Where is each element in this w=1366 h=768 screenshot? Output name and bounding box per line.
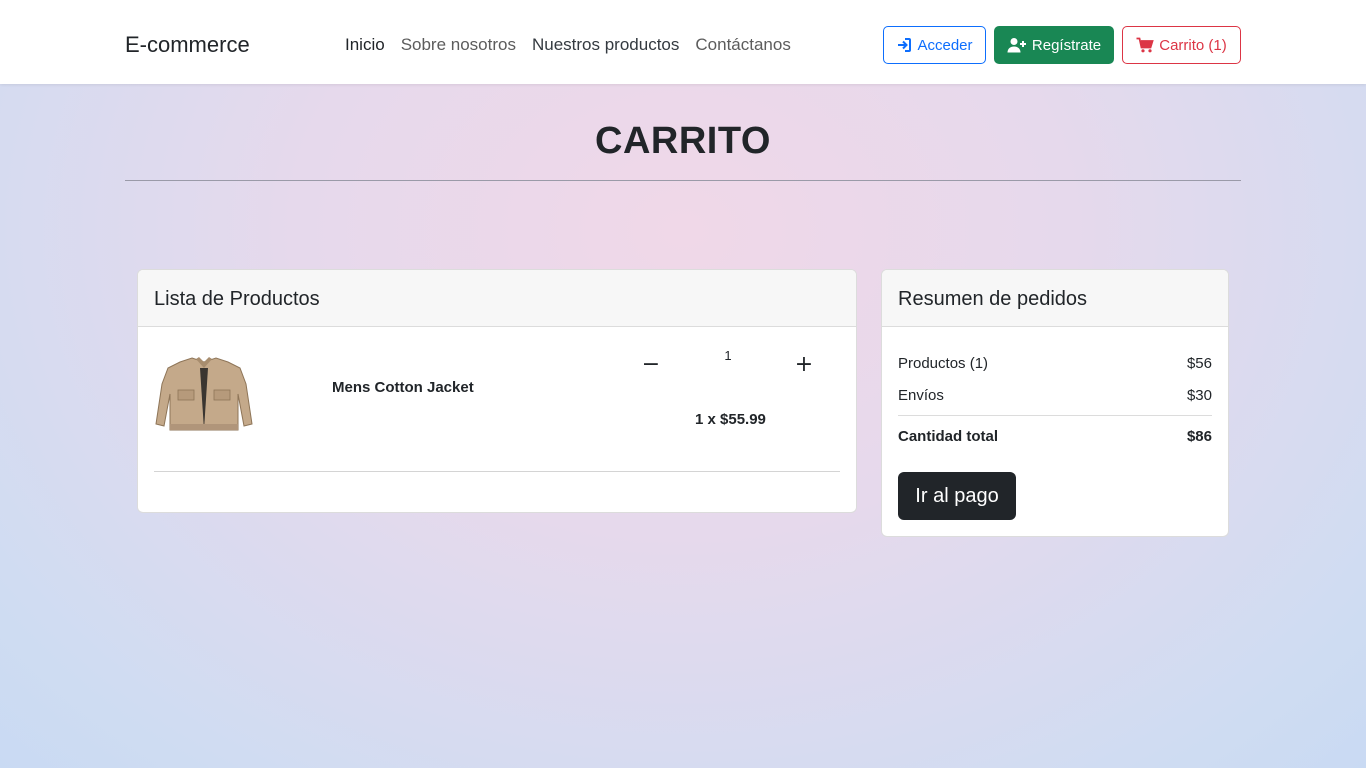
cart-icon [1136, 37, 1154, 53]
nav-link-sobre-nosotros[interactable]: Sobre nosotros [401, 35, 516, 55]
summary-total-label: Cantidad total [898, 428, 998, 445]
login-label: Acceder [917, 36, 973, 54]
page-title: CARRITO [595, 120, 771, 162]
navbar: E-commerce Inicio Sobre nosotros Nuestro… [0, 0, 1366, 84]
summary-shipping-label: Envíos [898, 387, 944, 404]
nav-links: Inicio Sobre nosotros Nuestros productos… [345, 35, 807, 55]
increase-quantity-button[interactable]: + [794, 352, 814, 377]
order-summary-card: Resumen de pedidos Productos (1) $56 Env… [881, 269, 1229, 537]
cart-button[interactable]: Carrito (1) [1122, 26, 1241, 64]
jacket-image [155, 357, 253, 431]
user-plus-icon [1007, 38, 1026, 53]
summary-products-label: Productos (1) [898, 355, 989, 372]
summary-shipping-row: Envíos $30 [898, 387, 1212, 404]
line-total: 1 x $55.99 [695, 411, 766, 428]
cart-label: Carrito (1) [1159, 36, 1227, 54]
products-card-header: Lista de Productos [138, 270, 856, 327]
product-name: Mens Cotton Jacket [332, 379, 474, 396]
products-card: Lista de Productos Mens Cotton Jacket − … [137, 269, 857, 513]
summary-card-header: Resumen de pedidos [882, 270, 1228, 327]
summary-products-value: $56 [1186, 355, 1212, 372]
checkout-button[interactable]: Ir al pago [898, 472, 1016, 520]
summary-total-row: Cantidad total $86 [898, 428, 1212, 445]
product-divider [154, 471, 840, 472]
summary-total-value: $86 [1186, 428, 1212, 445]
register-label: Regístrate [1031, 36, 1102, 54]
nav-link-contactanos[interactable]: Contáctanos [695, 35, 790, 55]
summary-shipping-value: $30 [1186, 387, 1212, 404]
sign-in-icon [898, 38, 912, 52]
brand-logo[interactable]: E-commerce [125, 32, 250, 58]
summary-divider [898, 415, 1212, 416]
decrease-quantity-button[interactable]: − [641, 352, 661, 377]
title-divider [125, 180, 1241, 181]
summary-products-row: Productos (1) $56 [898, 355, 1212, 372]
nav-link-nuestros-productos[interactable]: Nuestros productos [532, 35, 679, 55]
login-button[interactable]: Acceder [883, 26, 986, 64]
quantity-value: 1 [724, 348, 732, 363]
nav-link-inicio[interactable]: Inicio [345, 35, 385, 55]
register-button[interactable]: Regístrate [994, 26, 1114, 64]
